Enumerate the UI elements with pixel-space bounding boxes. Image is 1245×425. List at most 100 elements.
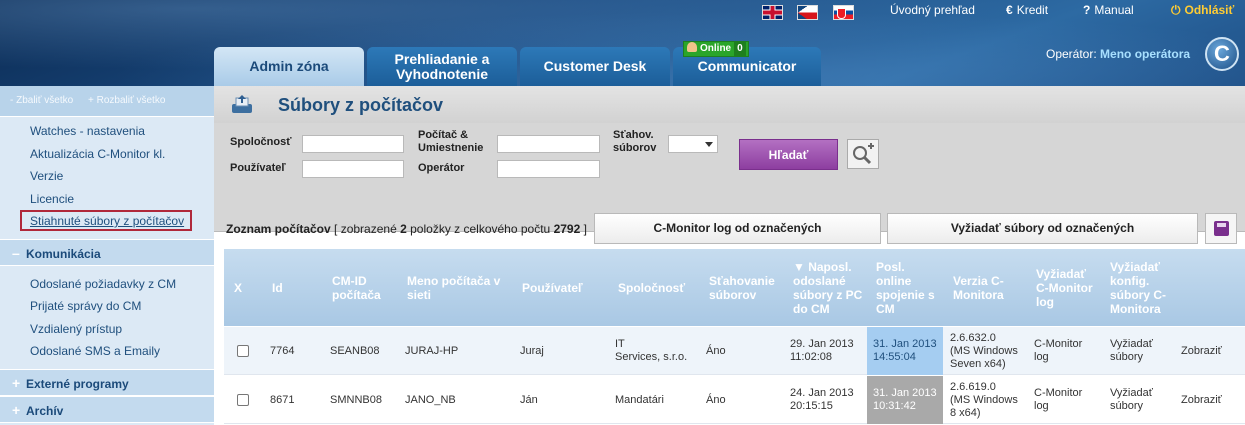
tab-admin-zone[interactable]: Admin zóna — [214, 47, 364, 86]
request-files-button[interactable]: Vyžiadať súbory od označených — [887, 213, 1198, 244]
tab-admin-label: Admin zóna — [249, 58, 329, 74]
tab-review-label-1: Prehliadanie a — [394, 51, 490, 67]
online-status-badge[interactable]: Online 0 — [683, 41, 749, 57]
credit-link[interactable]: € Kredit — [1006, 3, 1048, 17]
download-label-1: Sťahov. — [613, 129, 654, 141]
col-last-online[interactable]: Posl. online spojenie s CM — [876, 249, 935, 326]
search-button[interactable]: Hľadať — [739, 139, 838, 170]
col-request-config[interactable]: Vyžiadať konfig. súbory C- Monitora — [1110, 249, 1166, 326]
col-download[interactable]: Sťahovanie súborov — [709, 249, 775, 326]
save-button[interactable] — [1205, 213, 1237, 244]
col-request-log[interactable]: Vyžiadať C-Monitor log — [1036, 249, 1093, 326]
main-content: Súbory z počítačov Spoločnosť Používateľ… — [214, 86, 1245, 425]
summary-shown: 2 — [400, 222, 407, 236]
page-header: Súbory z počítačov — [214, 86, 1245, 123]
cell-request-config[interactable]: Vyžiadať súbory — [1110, 376, 1153, 424]
list-title: Zoznam počítačov — [226, 222, 331, 236]
col-company[interactable]: Spoločnosť — [618, 249, 685, 326]
operator-info: Operátor: Meno operátora — [1046, 47, 1190, 61]
col-user[interactable]: Používateľ — [522, 249, 583, 326]
col-computer-name[interactable]: Meno počítača v sieti — [407, 249, 500, 326]
sidebar-group-communication[interactable]: – Komunikácia — [0, 238, 214, 266]
col-x[interactable]: X — [234, 249, 242, 326]
row-checkbox[interactable] — [237, 394, 249, 406]
sidebar-group-label: Komunikácia — [26, 246, 101, 261]
flag-sk-icon[interactable] — [833, 5, 854, 20]
show-link[interactable]: Zobraziť — [1181, 327, 1222, 375]
cell-last-online: 31. Jan 2013 14:55:04 — [867, 327, 943, 375]
cell-user: Juraj — [520, 344, 544, 357]
download-select[interactable] — [668, 135, 718, 153]
collapse-all-link[interactable]: - Zbaliť všetko — [10, 95, 73, 106]
cell-company: Mandatári — [615, 393, 664, 406]
sidebar-item-cmonitor-update[interactable]: Aktualizácia C-Monitor kl. — [0, 143, 214, 166]
tab-review-label-2: Vyhodnotenie — [395, 66, 489, 82]
sidebar-item-downloaded-files[interactable]: Stiahnuté súbory z počítačov — [20, 210, 193, 231]
advanced-search-button[interactable] — [847, 139, 879, 169]
app-header: Úvodný prehľad € Kredit ? Manual ⏻ Odhlásiť… — [0, 0, 1245, 86]
tab-review[interactable]: Prehliadanie a Vyhodnotenie — [367, 47, 517, 86]
summary-mid: položky z celkového počtu — [410, 222, 551, 236]
overview-link[interactable]: Úvodný prehľad — [890, 3, 975, 17]
company-label: Spoločnosť — [230, 136, 292, 148]
company-input[interactable] — [302, 135, 404, 153]
list-summary: Zoznam počítačov [ zobrazené 2 položky z… — [226, 222, 587, 236]
tab-customer-desk[interactable]: Customer Desk — [520, 47, 670, 86]
download-filter-label: Sťahov. súborov — [613, 129, 656, 155]
flag-uk-icon[interactable] — [762, 5, 783, 20]
expand-all-link[interactable]: + Rozbaliť všetko — [88, 95, 165, 106]
sidebar-group-label: Archív — [26, 403, 64, 418]
col-version[interactable]: Verzia C- Monitora — [953, 249, 1004, 326]
row-checkbox[interactable] — [237, 345, 249, 357]
sidebar-group-archive[interactable]: + Archív — [0, 395, 214, 423]
sidebar-item-licenses[interactable]: Licencie — [0, 188, 214, 211]
sidebar-item-versions[interactable]: Verzie — [0, 165, 214, 188]
cell-id: 7764 — [270, 344, 295, 357]
operator-filter-label: Operátor — [418, 162, 465, 174]
col-id[interactable]: Id — [272, 249, 283, 326]
tab-desk-label: Customer Desk — [543, 58, 647, 74]
sidebar-item-watches[interactable]: Watches - nastavenia — [0, 120, 214, 143]
manual-link-label: Manual — [1094, 3, 1134, 17]
sidebar-item-received-messages[interactable]: Prijaté správy do CM — [0, 295, 214, 318]
cell-version: 2.6.619.0 (MS Windows 8 x64) — [950, 380, 1018, 419]
computer-label: Počítač & Umiestnenie — [418, 129, 483, 155]
logout-link-label: Odhlásiť — [1184, 3, 1235, 17]
cm-log-button[interactable]: C-Monitor log od označených — [594, 213, 881, 244]
minus-icon: – — [12, 244, 20, 261]
sidebar-item-downloaded-files-wrap: Stiahnuté súbory z počítačov — [0, 210, 214, 233]
summary-pre: [ zobrazené — [334, 222, 397, 236]
col-last-sent[interactable]: ▼ Naposl. odoslané súbory z PC do CM — [793, 249, 862, 326]
col-cmid[interactable]: CM-ID počítača — [332, 249, 381, 326]
manual-link[interactable]: ? Manual — [1083, 3, 1134, 17]
power-icon: ⏻ — [1171, 3, 1181, 17]
cell-request-config[interactable]: Vyžiadať súbory — [1110, 327, 1153, 375]
cell-version: 2.6.632.0 (MS Windows Seven x64) — [950, 331, 1018, 370]
cell-id: 8671 — [270, 393, 295, 406]
computer-label-1: Počítač & — [418, 129, 469, 141]
flag-cz-icon[interactable] — [797, 5, 818, 20]
sidebar-item-sent-requests[interactable]: Odoslané požiadavky z CM — [0, 273, 214, 296]
user-input[interactable] — [302, 160, 404, 178]
cell-request-log[interactable]: C-Monitor log — [1034, 376, 1082, 424]
tab-comm-label: Communicator — [697, 58, 797, 74]
logout-link[interactable]: ⏻ Odhlásiť — [1171, 3, 1234, 18]
cell-request-log[interactable]: C-Monitor log — [1034, 327, 1082, 375]
zoom-plus-icon — [853, 143, 874, 165]
computer-input[interactable] — [497, 135, 600, 153]
save-disk-icon — [1214, 221, 1229, 236]
sidebar-item-sent-sms[interactable]: Odoslané SMS a Emaily — [0, 340, 214, 363]
sidebar-group-external[interactable]: + Externé programy — [0, 368, 214, 396]
plus-icon: + — [12, 401, 21, 418]
cell-download: Áno — [706, 344, 726, 357]
sidebar-item-remote-access[interactable]: Vzdialený prístup — [0, 318, 214, 341]
app-logo: C — [1205, 37, 1239, 71]
cell-last-online: 31. Jan 2013 10:31:42 — [867, 376, 943, 424]
operator-input[interactable] — [497, 160, 600, 178]
sidebar: - Zbaliť všetko + Rozbaliť všetko Watche… — [0, 86, 214, 425]
show-link[interactable]: Zobraziť — [1181, 376, 1222, 424]
cell-company: IT Services, s.r.o. — [615, 338, 688, 363]
plus-icon: + — [12, 374, 21, 391]
summary-post: ] — [583, 222, 587, 236]
